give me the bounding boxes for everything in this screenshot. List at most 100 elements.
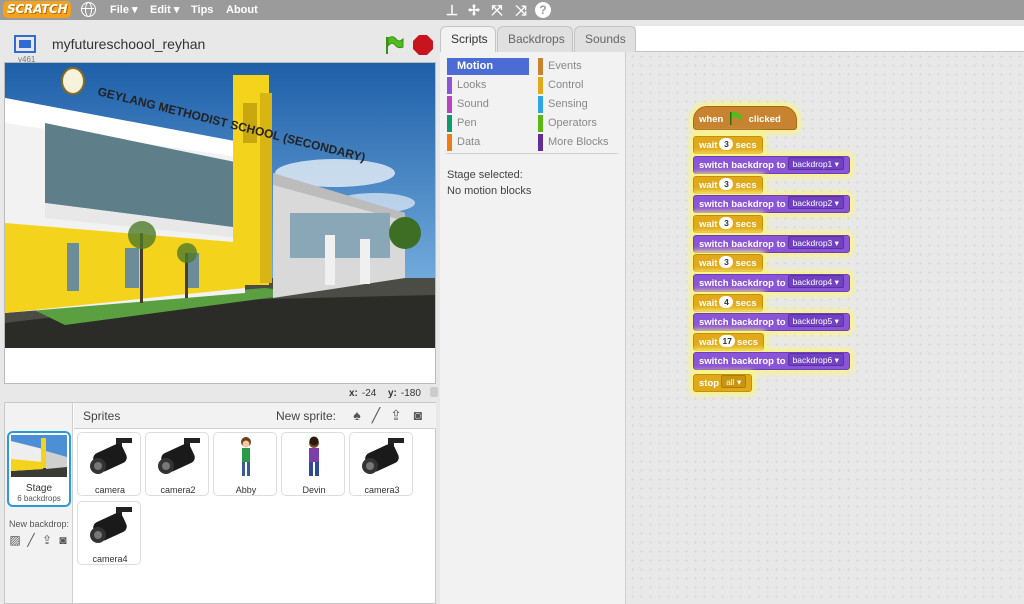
project-title[interactable]: myfutureschoool_reyhan — [52, 36, 205, 52]
backdrop-dropdown[interactable]: backdrop1 ▾ — [787, 157, 844, 170]
switch-backdrop-block[interactable]: switch backdrop to backdrop3 ▾ — [693, 235, 850, 253]
mouse-x-readout: x: -24 — [349, 388, 377, 399]
language-globe-icon[interactable] — [81, 2, 96, 17]
menu-bar: SCRATCH File ▾ Edit ▾ Tips About ⊥ ✢ ⤧ ⤨… — [0, 0, 1024, 20]
shrink-icon[interactable]: ⤨ — [512, 1, 530, 19]
stop-sign-icon[interactable] — [413, 35, 433, 55]
stop-option-dropdown[interactable]: all ▾ — [721, 375, 747, 388]
menu-tips[interactable]: Tips — [191, 0, 213, 20]
mouse-y-readout: y: -180 — [388, 388, 421, 399]
green-flag-icon — [729, 111, 742, 125]
wait-seconds-input[interactable]: 3 — [719, 217, 734, 229]
category-looks[interactable]: Looks — [447, 77, 486, 94]
wait-block[interactable]: wait 4 secs — [693, 294, 763, 312]
tab-sounds[interactable]: Sounds — [574, 26, 636, 52]
backdrop-dropdown[interactable]: backdrop5 ▾ — [787, 314, 844, 327]
editor-panel: Scripts Backdrops Sounds Motion Looks So… — [440, 22, 1024, 604]
stage-backdrop-thumbnail — [11, 435, 67, 477]
new-sprite-label: New sprite: — [276, 409, 337, 423]
backdrop-dropdown[interactable]: backdrop3 ▾ — [787, 236, 844, 249]
category-pen[interactable]: Pen — [447, 115, 477, 132]
when-flag-clicked-block[interactable]: when clicked — [693, 106, 797, 130]
sprite-name: Devin — [302, 485, 326, 495]
category-motion[interactable]: Motion — [447, 58, 529, 75]
camera-sprite-icon[interactable]: ◙ — [410, 407, 426, 423]
fullscreen-icon[interactable] — [14, 35, 36, 53]
switch-backdrop-block[interactable]: switch backdrop to backdrop6 ▾ — [693, 352, 850, 370]
menu-about[interactable]: About — [226, 0, 258, 20]
scripts-area[interactable]: when clicked wait 3 secs switch backdrop t… — [628, 52, 1024, 604]
menu-edit[interactable]: Edit ▾ — [150, 0, 179, 20]
wait-block[interactable]: wait 3 secs — [693, 254, 763, 272]
stage-label: Stage — [25, 483, 53, 494]
switch-backdrop-block[interactable]: switch backdrop to backdrop4 ▾ — [693, 274, 850, 292]
backdrop-dropdown[interactable]: backdrop6 ▾ — [787, 353, 844, 366]
sprite-tile-devin[interactable]: Devin — [281, 432, 345, 496]
backdrop-dropdown[interactable]: backdrop4 ▾ — [787, 275, 844, 288]
sprite-name: camera3 — [364, 485, 400, 495]
sprite-pane: Stage 6 backdrops New backdrop: ▨ ╱ ⇪ ◙ … — [4, 402, 436, 604]
wait-seconds-input[interactable]: 4 — [719, 296, 734, 308]
camera-backdrop-icon[interactable]: ◙ — [56, 533, 70, 547]
sprite-tile-camera[interactable]: camera — [77, 432, 141, 496]
wait-seconds-input[interactable]: 3 — [719, 256, 734, 268]
stage-column: Stage 6 backdrops New backdrop: ▨ ╱ ⇪ ◙ — [5, 403, 73, 603]
wait-block[interactable]: wait 3 secs — [693, 215, 763, 233]
backdrop-dropdown[interactable]: backdrop2 ▾ — [787, 196, 844, 209]
category-events[interactable]: Events — [538, 58, 582, 75]
tab-backdrops[interactable]: Backdrops — [497, 26, 573, 52]
stage-thumbnail[interactable]: Stage 6 backdrops — [7, 431, 71, 507]
scratch-logo[interactable]: SCRATCH — [3, 1, 72, 18]
wait-seconds-input[interactable]: 3 — [719, 138, 734, 150]
school-building-backdrop: GEYLANG METHODIST SCHOOL (SECONDARY) — [5, 63, 435, 383]
camera-icon — [90, 507, 132, 543]
paint-sprite-icon[interactable]: ╱ — [368, 407, 384, 423]
sprite-tile-camera3[interactable]: camera3 — [349, 432, 413, 496]
category-control[interactable]: Control — [538, 77, 583, 94]
category-more-blocks[interactable]: More Blocks — [538, 134, 609, 151]
wait-seconds-input[interactable]: 17 — [719, 335, 735, 347]
wait-block[interactable]: wait 3 secs — [693, 176, 763, 194]
wait-seconds-input[interactable]: 3 — [719, 178, 734, 190]
green-flag-icon[interactable] — [384, 36, 404, 54]
stop-block[interactable]: stop all ▾ — [693, 374, 753, 392]
category-operators[interactable]: Operators — [538, 115, 597, 132]
sprite-tile-camera2[interactable]: camera2 — [145, 432, 209, 496]
sprite-tile-camera4[interactable]: camera4 — [77, 501, 141, 565]
sprite-name: camera — [94, 485, 125, 495]
tab-scripts[interactable]: Scripts — [440, 26, 496, 53]
category-sound[interactable]: Sound — [447, 96, 489, 113]
stage-header: v461 myfutureschoool_reyhan — [4, 28, 436, 64]
sprites-title: Sprites — [83, 409, 121, 423]
collapse-stage-handle[interactable] — [430, 387, 438, 397]
camera-icon — [362, 438, 404, 474]
upload-backdrop-icon[interactable]: ⇪ — [40, 533, 54, 547]
sprite-name: camera2 — [160, 485, 196, 495]
switch-backdrop-block[interactable]: switch backdrop to backdrop1 ▾ — [693, 156, 850, 174]
wait-block[interactable]: wait 3 secs — [693, 136, 763, 154]
switch-backdrop-block[interactable]: switch backdrop to backdrop5 ▾ — [693, 313, 850, 331]
help-icon[interactable]: ? — [535, 2, 551, 18]
sprite-name: Abby — [235, 485, 257, 495]
block-palette: Motion Looks Sound Pen Data Events Contr… — [440, 52, 626, 604]
duplicate-stamp-icon[interactable]: ⊥ — [443, 1, 461, 19]
stage-canvas[interactable]: GEYLANG METHODIST SCHOOL (SECONDARY) — [4, 62, 436, 384]
paint-backdrop-icon[interactable]: ╱ — [24, 533, 38, 547]
camera-icon — [158, 438, 200, 474]
category-data[interactable]: Data — [447, 134, 480, 151]
switch-backdrop-block[interactable]: switch backdrop to backdrop2 ▾ — [693, 195, 850, 213]
menu-file[interactable]: File ▾ — [110, 0, 138, 20]
sprite-library-icon[interactable]: ♠ — [349, 407, 365, 423]
category-sensing[interactable]: Sensing — [538, 96, 588, 113]
person-icon — [241, 437, 251, 476]
backdrop-library-icon[interactable]: ▨ — [8, 533, 22, 547]
sprites-header: Sprites New sprite: ♠ ╱ ⇪ ◙ — [74, 403, 436, 429]
grow-icon[interactable]: ⤧ — [488, 1, 506, 19]
sprite-tile-abby[interactable]: Abby — [213, 432, 277, 496]
upload-sprite-icon[interactable]: ⇪ — [388, 407, 404, 423]
new-backdrop-label: New backdrop: — [9, 519, 70, 529]
wait-block[interactable]: wait 17 secs — [693, 333, 765, 351]
person-icon — [309, 436, 319, 476]
delete-scissors-icon[interactable]: ✢ — [465, 1, 483, 19]
palette-message: Stage selected: No motion blocks — [447, 169, 532, 197]
